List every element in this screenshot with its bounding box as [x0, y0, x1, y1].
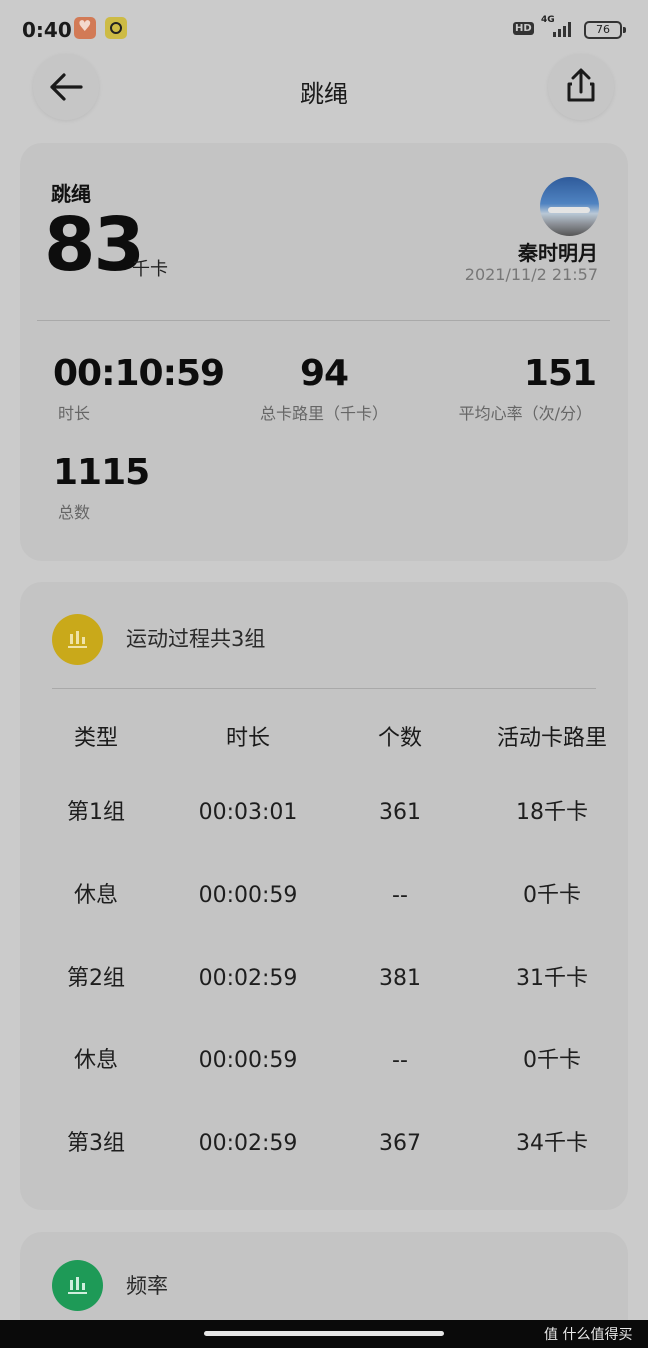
avg-heart-rate-value: 151	[523, 353, 597, 394]
home-indicator[interactable]	[204, 1331, 444, 1336]
row-calories: 0千卡	[523, 1048, 581, 1073]
row-count: 367	[379, 1131, 421, 1156]
health-app-icon	[74, 17, 96, 39]
page-title: 跳绳	[300, 80, 348, 108]
record-datetime: 2021/11/2 21:57	[464, 265, 598, 284]
column-header: 类型	[73, 726, 118, 751]
battery-icon: 76	[584, 21, 626, 39]
total-calories-label: 总卡路里（千卡）	[259, 404, 388, 423]
total-count-value: 1115	[53, 452, 150, 493]
row-type: 休息	[73, 883, 118, 908]
ring-app-icon	[105, 17, 127, 39]
row-calories: 34千卡	[516, 1131, 588, 1156]
column-header: 时长	[225, 726, 270, 751]
calories-unit: 千卡	[132, 259, 168, 280]
arrow-left-icon	[50, 73, 83, 101]
table-row: 休息 00:00:59 -- 0千卡	[20, 876, 628, 916]
navigation-bar: 值 什么值得买	[0, 1320, 648, 1348]
summary-card: 跳绳 83 千卡 秦时明月 2021/11/2 21:57 00:10:59 时…	[20, 143, 628, 561]
back-button[interactable]	[33, 54, 99, 120]
row-calories: 18千卡	[516, 800, 588, 825]
row-duration: 00:00:59	[198, 883, 298, 908]
process-title: 运动过程共3组	[126, 627, 266, 651]
row-count: --	[392, 1048, 408, 1073]
divider	[37, 320, 610, 321]
row-duration: 00:03:01	[198, 800, 298, 825]
calories-value: 83	[44, 202, 145, 288]
total-calories-value: 94	[299, 353, 349, 394]
total-count-label: 总数	[58, 503, 91, 522]
divider	[52, 688, 596, 689]
duration-value: 00:10:59	[53, 353, 225, 394]
table-row: 第1组 00:03:01 361 18千卡	[20, 793, 628, 833]
row-calories: 0千卡	[523, 883, 581, 908]
row-duration: 00:02:59	[198, 1131, 298, 1156]
column-header: 活动卡路里	[496, 726, 607, 751]
share-upload-icon	[567, 68, 595, 102]
table-row: 休息 00:00:59 -- 0千卡	[20, 1041, 628, 1081]
bar-chart-icon	[52, 614, 103, 665]
row-count: --	[392, 883, 408, 908]
row-calories: 31千卡	[516, 966, 588, 991]
status-time: 0:40	[22, 18, 72, 42]
avg-heart-rate-label: 平均心率（次/分）	[458, 404, 592, 423]
row-count: 381	[379, 966, 421, 991]
table-row: 第3组 00:02:59 367 34千卡	[20, 1124, 628, 1164]
frequency-title: 频率	[126, 1274, 168, 1298]
row-type: 第3组	[67, 1131, 125, 1156]
avatar[interactable]	[540, 177, 599, 236]
row-type: 第2组	[67, 966, 125, 991]
signal-icon	[553, 22, 575, 37]
user-name: 秦时明月	[518, 241, 598, 265]
row-duration: 00:00:59	[198, 1048, 298, 1073]
row-duration: 00:02:59	[198, 966, 298, 991]
row-type: 第1组	[67, 800, 125, 825]
row-type: 休息	[73, 1048, 118, 1073]
table-header: 类型 时长 个数 活动卡路里	[20, 719, 628, 759]
table-row: 第2组 00:02:59 381 31千卡	[20, 959, 628, 999]
status-bar: 0:40 HD 4G 76	[0, 0, 648, 58]
bar-chart-icon	[52, 1260, 103, 1311]
row-count: 361	[379, 800, 421, 825]
battery-level: 76	[596, 23, 610, 36]
share-button[interactable]	[548, 54, 614, 120]
hd-icon: HD	[513, 22, 534, 35]
duration-label: 时长	[58, 404, 91, 423]
column-header: 个数	[377, 726, 422, 751]
watermark: 值 什么值得买	[544, 1327, 633, 1343]
process-card: 运动过程共3组 类型 时长 个数 活动卡路里 第1组 00:03:01 361 …	[20, 582, 628, 1210]
